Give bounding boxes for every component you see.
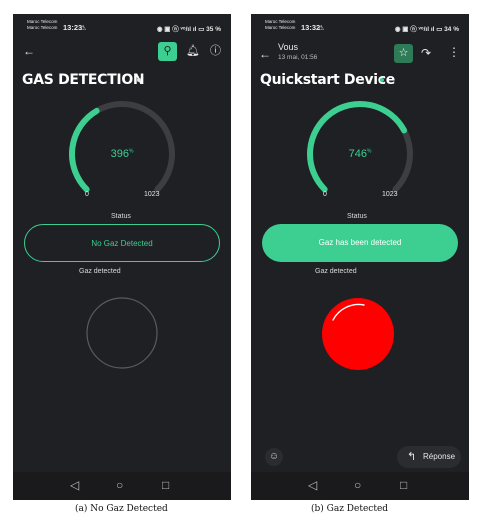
app-bar: ← ⚲ 🔔︎ ⓘ xyxy=(13,40,231,68)
caption-b: (b) Gaz Detected xyxy=(311,504,389,514)
title-status-dot xyxy=(137,78,141,82)
gauge-min: 0 xyxy=(323,191,327,198)
back-arrow-icon[interactable]: ← xyxy=(23,45,35,57)
status-label: Status xyxy=(111,213,131,220)
gauge-value-unit: % xyxy=(128,148,134,155)
status-button[interactable]: No Gaz Detected xyxy=(24,224,220,262)
star-icon: ☆ xyxy=(398,47,409,59)
phone-screen-gas-detected: Maroc Telecom Maroc Telecom 13:32 ⚠ ◉ ▣ … xyxy=(251,14,469,500)
warning-icon: ⚠ xyxy=(318,25,325,32)
gauge-fill xyxy=(307,101,408,193)
gauge-value-unit: % xyxy=(366,148,372,155)
bell-icon[interactable]: 🔔︎ xyxy=(186,45,200,57)
gauge-min: 0 xyxy=(85,191,89,198)
reply-icon: ↰ xyxy=(407,451,417,463)
caption-a: (a) No Gaz Detected xyxy=(75,504,168,514)
carrier-line-2: Maroc Telecom xyxy=(27,25,58,30)
status-button[interactable]: Gaz has been detected xyxy=(262,224,458,262)
phone-screen-no-gas: Maroc Telecom Maroc Telecom 13:23 ⚠ ◉ ▣ … xyxy=(13,14,231,500)
gas-detected-label: Gaz detected xyxy=(315,268,357,275)
page-title: GAS DETECTION xyxy=(22,72,145,88)
magic-wand-button[interactable]: ⚲ xyxy=(158,42,177,61)
gauge-value-number: 746 xyxy=(348,148,367,160)
carrier-line-2: Maroc Telecom xyxy=(265,25,296,30)
status-bar: Maroc Telecom Maroc Telecom 13:23 ⚠ ◉ ▣ … xyxy=(13,14,231,40)
app-bar: ← Vous 13 mai, 01:56 ☆ ↷ ⋮ xyxy=(251,40,469,68)
carrier-names: Maroc Telecom Maroc Telecom xyxy=(27,19,57,31)
emoji-reaction-button[interactable]: ☺ xyxy=(265,448,283,466)
nav-back-button[interactable]: ◁ xyxy=(308,479,317,491)
gas-detected-label: Gaz detected xyxy=(79,268,121,275)
gauge-value: 746% xyxy=(251,148,469,160)
nav-recents-button[interactable]: □ xyxy=(162,479,169,491)
system-nav-bar: ◁ ○ □ xyxy=(251,472,469,500)
magic-wand-icon: ⚲ xyxy=(163,45,172,57)
sender-date: 13 mai, 01:56 xyxy=(278,54,318,61)
nav-home-button[interactable]: ○ xyxy=(116,479,123,491)
gauge-value: 396% xyxy=(13,148,231,160)
gauge-max: 1023 xyxy=(382,191,398,198)
carrier-names: Maroc Telecom Maroc Telecom xyxy=(265,19,295,31)
info-icon[interactable]: ⓘ xyxy=(210,45,221,57)
emoji-icon: ☺ xyxy=(268,451,280,462)
more-vertical-icon[interactable]: ⋮ xyxy=(448,46,460,58)
page-title: Quickstart Device xyxy=(260,72,395,88)
nav-home-button[interactable]: ○ xyxy=(354,479,361,491)
gas-indicator-on xyxy=(322,298,394,370)
reply-button[interactable]: ↰ Réponse xyxy=(397,446,461,468)
nav-recents-button[interactable]: □ xyxy=(400,479,407,491)
nav-back-button[interactable]: ◁ xyxy=(70,479,79,491)
gauge-max: 1023 xyxy=(144,191,160,198)
star-button[interactable]: ☆ xyxy=(394,44,413,63)
gas-gauge xyxy=(69,101,175,193)
sender-name: Vous xyxy=(278,42,299,52)
reply-label: Réponse xyxy=(423,452,456,461)
back-arrow-icon[interactable]: ← xyxy=(259,48,271,60)
sender-info: Vous 13 mai, 01:56 xyxy=(278,42,317,61)
status-icons: ◉ ▣ ⓝ ᵛᵒ/ıl ıl ▭ 34 % xyxy=(394,26,459,33)
gas-indicator-off xyxy=(86,297,158,369)
title-status-dot xyxy=(380,78,384,82)
gauge-value-number: 396 xyxy=(110,148,129,160)
system-nav-bar: ◁ ○ □ xyxy=(13,472,231,500)
share-icon[interactable]: ↷ xyxy=(421,47,431,59)
gas-gauge xyxy=(307,101,413,193)
status-bar: Maroc Telecom Maroc Telecom 13:32 ⚠ ◉ ▣ … xyxy=(251,14,469,40)
status-label: Status xyxy=(347,213,367,220)
warning-icon: ⚠ xyxy=(80,25,87,32)
status-icons: ◉ ▣ ⓝ ᵛᵒ/ıl ıl ▭ 35 % xyxy=(156,26,221,33)
